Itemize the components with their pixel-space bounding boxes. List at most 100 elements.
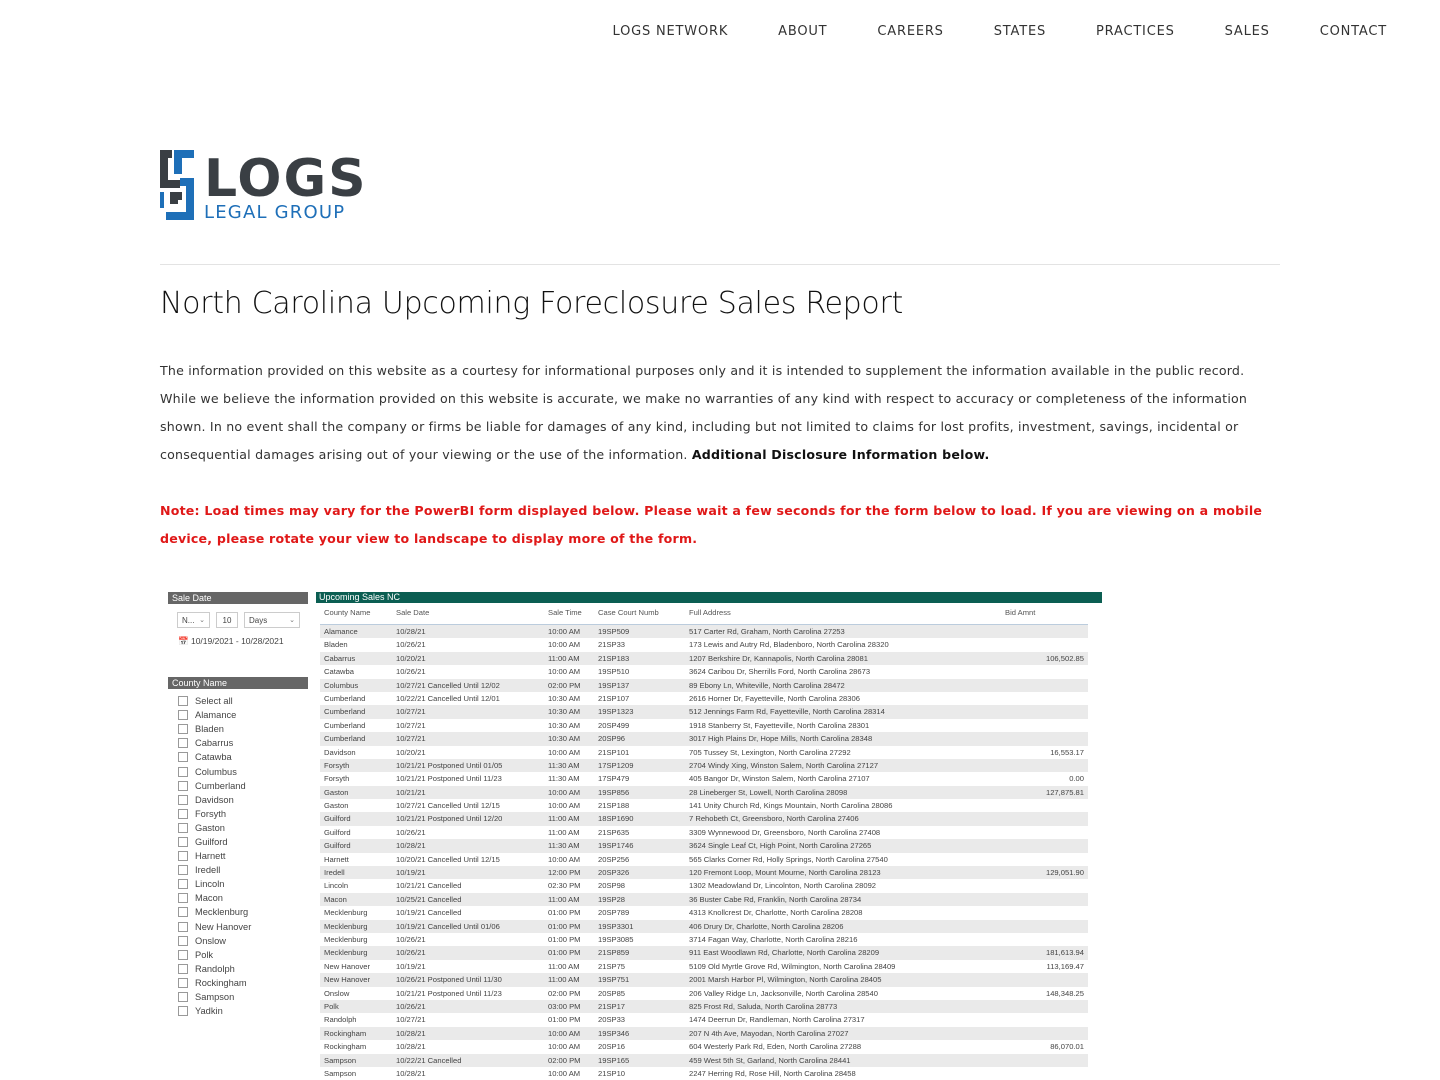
table-row[interactable]: Randolph 10/27/21 01:00 PM 20SP33 1474 Deerr… (320, 1013, 1088, 1026)
table-row[interactable]: Catawba 10/26/21 10:00 AM 19SP510 3624 Carib… (320, 665, 1088, 678)
checkbox[interactable] (178, 893, 188, 904)
county-option[interactable]: Davidson (178, 793, 251, 807)
checkbox[interactable] (178, 766, 188, 777)
table-row[interactable]: Lincoln 10/21/21 Cancelled 02:30 PM 20SP98 1… (320, 879, 1088, 892)
county-option[interactable]: Lincoln (178, 877, 251, 891)
table-cell: Sampson (324, 1055, 357, 1065)
column-header[interactable]: Full Address (689, 606, 989, 620)
table-row[interactable]: Guilford 10/21/21 Postponed Until 12/20 11… (320, 812, 1088, 826)
checkbox[interactable] (178, 949, 188, 960)
nav-sales[interactable]: SALES (1225, 24, 1270, 39)
nav-about[interactable]: ABOUT (778, 24, 827, 39)
table-cell: 20SP789 (598, 908, 630, 918)
table-row[interactable]: Sampson 10/22/21 Cancelled 02:00 PM 19SP165… (320, 1053, 1088, 1067)
table-row[interactable]: Mecklenburg 10/26/21 01:00 PM 19SP3085 3714 … (320, 933, 1088, 946)
county-option[interactable]: Harnett (178, 849, 251, 863)
relative-count-input[interactable]: 10 (216, 612, 238, 628)
table-row[interactable]: Mecklenburg 10/26/21 01:00 PM 21SP859 911 Ea… (320, 946, 1088, 960)
checkbox[interactable] (178, 836, 188, 847)
table-row[interactable]: Forsyth 10/21/21 Postponed Until 11/23 11:… (320, 772, 1088, 785)
column-header[interactable]: Sale Date (396, 606, 546, 620)
table-row[interactable]: Rockingham 10/28/21 10:00 AM 19SP346 207 N 4… (320, 1026, 1088, 1041)
table-row[interactable]: Harnett 10/20/21 Cancelled Until 12/15 10:… (320, 853, 1088, 866)
table-row[interactable]: Mecklenburg 10/19/21 Cancelled 01:00 PM 20S… (320, 906, 1088, 919)
table-row[interactable]: Forsyth 10/21/21 Postponed Until 01/05 11:… (320, 758, 1088, 773)
county-option[interactable]: New Hanover (178, 920, 251, 934)
county-option[interactable]: Cumberland (178, 779, 251, 793)
table-row[interactable]: Gaston 10/27/21 Cancelled Until 12/15 10:0… (320, 799, 1088, 812)
checkbox[interactable] (178, 977, 188, 988)
table-row[interactable]: Bladen 10/26/21 10:00 AM 21SP33 173 Lewis an… (320, 638, 1088, 651)
nav-careers[interactable]: CAREERS (877, 24, 943, 39)
checkbox[interactable] (178, 738, 188, 749)
nav-states[interactable]: STATES (994, 24, 1046, 39)
county-option[interactable]: Onslow (178, 934, 251, 948)
county-option[interactable]: Bladen (178, 722, 251, 736)
county-option[interactable]: Select all (178, 694, 251, 708)
checkbox[interactable] (178, 822, 188, 833)
table-row[interactable]: Macon 10/25/21 Cancelled 11:00 AM 19SP28 36 … (320, 892, 1088, 907)
table-row[interactable]: New Hanover 10/26/21 Postponed Until 11/3… (320, 973, 1088, 987)
nav-practices[interactable]: PRACTICES (1096, 24, 1175, 39)
column-header[interactable]: Bid Amnt (1005, 606, 1085, 620)
checkbox[interactable] (178, 808, 188, 819)
table-row[interactable]: Iredell 10/19/21 12:00 PM 20SP326 120 Fremon… (320, 866, 1088, 880)
county-option[interactable]: Macon (178, 891, 251, 905)
county-option[interactable]: Randolph (178, 962, 251, 976)
county-option[interactable]: Catawba (178, 750, 251, 764)
table-row[interactable]: Alamance 10/28/21 10:00 AM 19SP509 517 Carte… (320, 625, 1088, 639)
table-row[interactable]: Cumberland 10/27/21 10:30 AM 19SP1323 512 Je… (320, 705, 1088, 719)
logo[interactable]: LOGS LEGAL GROUP (160, 150, 370, 220)
checkbox[interactable] (178, 935, 188, 946)
table-row[interactable]: Cabarrus 10/20/21 11:00 AM 21SP183 1207 Berk… (320, 651, 1088, 666)
county-option[interactable]: Mecklenburg (178, 905, 251, 919)
county-option[interactable]: Yadkin (178, 1004, 251, 1018)
checkbox[interactable] (178, 921, 188, 932)
column-header[interactable]: County Name (324, 606, 394, 620)
nav-contact[interactable]: CONTACT (1320, 24, 1387, 39)
checkbox[interactable] (178, 992, 188, 1003)
county-option[interactable]: Polk (178, 948, 251, 962)
column-header[interactable]: Sale Time (548, 606, 596, 620)
county-option[interactable]: Rockingham (178, 976, 251, 990)
table-row[interactable]: Cumberland 10/27/21 10:30 AM 20SP96 3017 Hig… (320, 732, 1088, 746)
table-row[interactable]: Cumberland 10/22/21 Cancelled Until 12/01… (320, 692, 1088, 705)
table-row[interactable]: Columbus 10/27/21 Cancelled Until 12/02 02… (320, 678, 1088, 692)
table-row[interactable]: New Hanover 10/19/21 11:00 AM 21SP75 5109 Ol… (320, 960, 1088, 973)
table-row[interactable]: Polk 10/26/21 03:00 PM 21SP17 825 Frost Rd, … (320, 999, 1088, 1014)
table-row[interactable]: Davidson 10/20/21 10:00 AM 21SP101 705 Tusse… (320, 746, 1088, 759)
checkbox[interactable] (178, 865, 188, 876)
checkbox[interactable] (178, 710, 188, 721)
county-option[interactable]: Iredell (178, 863, 251, 877)
county-option[interactable]: Cabarrus (178, 736, 251, 750)
checkbox[interactable] (178, 794, 188, 805)
checkbox[interactable] (178, 879, 188, 890)
table-row[interactable]: Onslow 10/21/21 Postponed Until 11/23 02:0… (320, 987, 1088, 1000)
table-row[interactable]: Guilford 10/28/21 11:30 AM 19SP1746 3624 Sin… (320, 839, 1088, 853)
column-header[interactable]: Case Court Numb (598, 606, 686, 620)
checkbox[interactable] (178, 963, 188, 974)
table-row[interactable]: Sampson 10/28/21 10:00 AM 21SP10 2247 Herrin… (320, 1067, 1088, 1080)
checkbox[interactable] (178, 724, 188, 735)
checkbox[interactable] (178, 851, 188, 862)
table-row[interactable]: Gaston 10/21/21 10:00 AM 19SP856 28 Lineberg… (320, 785, 1088, 800)
relative-mode-dropdown[interactable]: N... ⌄ (177, 612, 210, 628)
table-row[interactable]: Mecklenburg 10/19/21 Cancelled Until 01/0… (320, 919, 1088, 933)
relative-unit-dropdown[interactable]: Days ⌄ (244, 612, 300, 628)
table-row[interactable]: Cumberland 10/27/21 10:30 AM 20SP499 1918 St… (320, 719, 1088, 732)
checkbox[interactable] (178, 752, 188, 763)
county-option[interactable]: Gaston (178, 821, 251, 835)
table-row[interactable]: Guilford 10/26/21 11:00 AM 21SP635 3309 Wynn… (320, 826, 1088, 839)
table-cell: Randolph (324, 1015, 357, 1025)
nav-logs-network[interactable]: LOGS NETWORK (613, 24, 729, 39)
checkbox[interactable] (178, 780, 188, 791)
checkbox[interactable] (178, 907, 188, 918)
checkbox[interactable] (178, 696, 188, 707)
table-row[interactable]: Rockingham 10/28/21 10:00 AM 20SP16 604 West… (320, 1040, 1088, 1053)
county-option[interactable]: Forsyth (178, 807, 251, 821)
county-option[interactable]: Alamance (178, 708, 251, 722)
checkbox[interactable] (178, 1006, 188, 1017)
county-option[interactable]: Columbus (178, 764, 251, 778)
county-option[interactable]: Sampson (178, 990, 251, 1004)
county-option[interactable]: Guilford (178, 835, 251, 849)
